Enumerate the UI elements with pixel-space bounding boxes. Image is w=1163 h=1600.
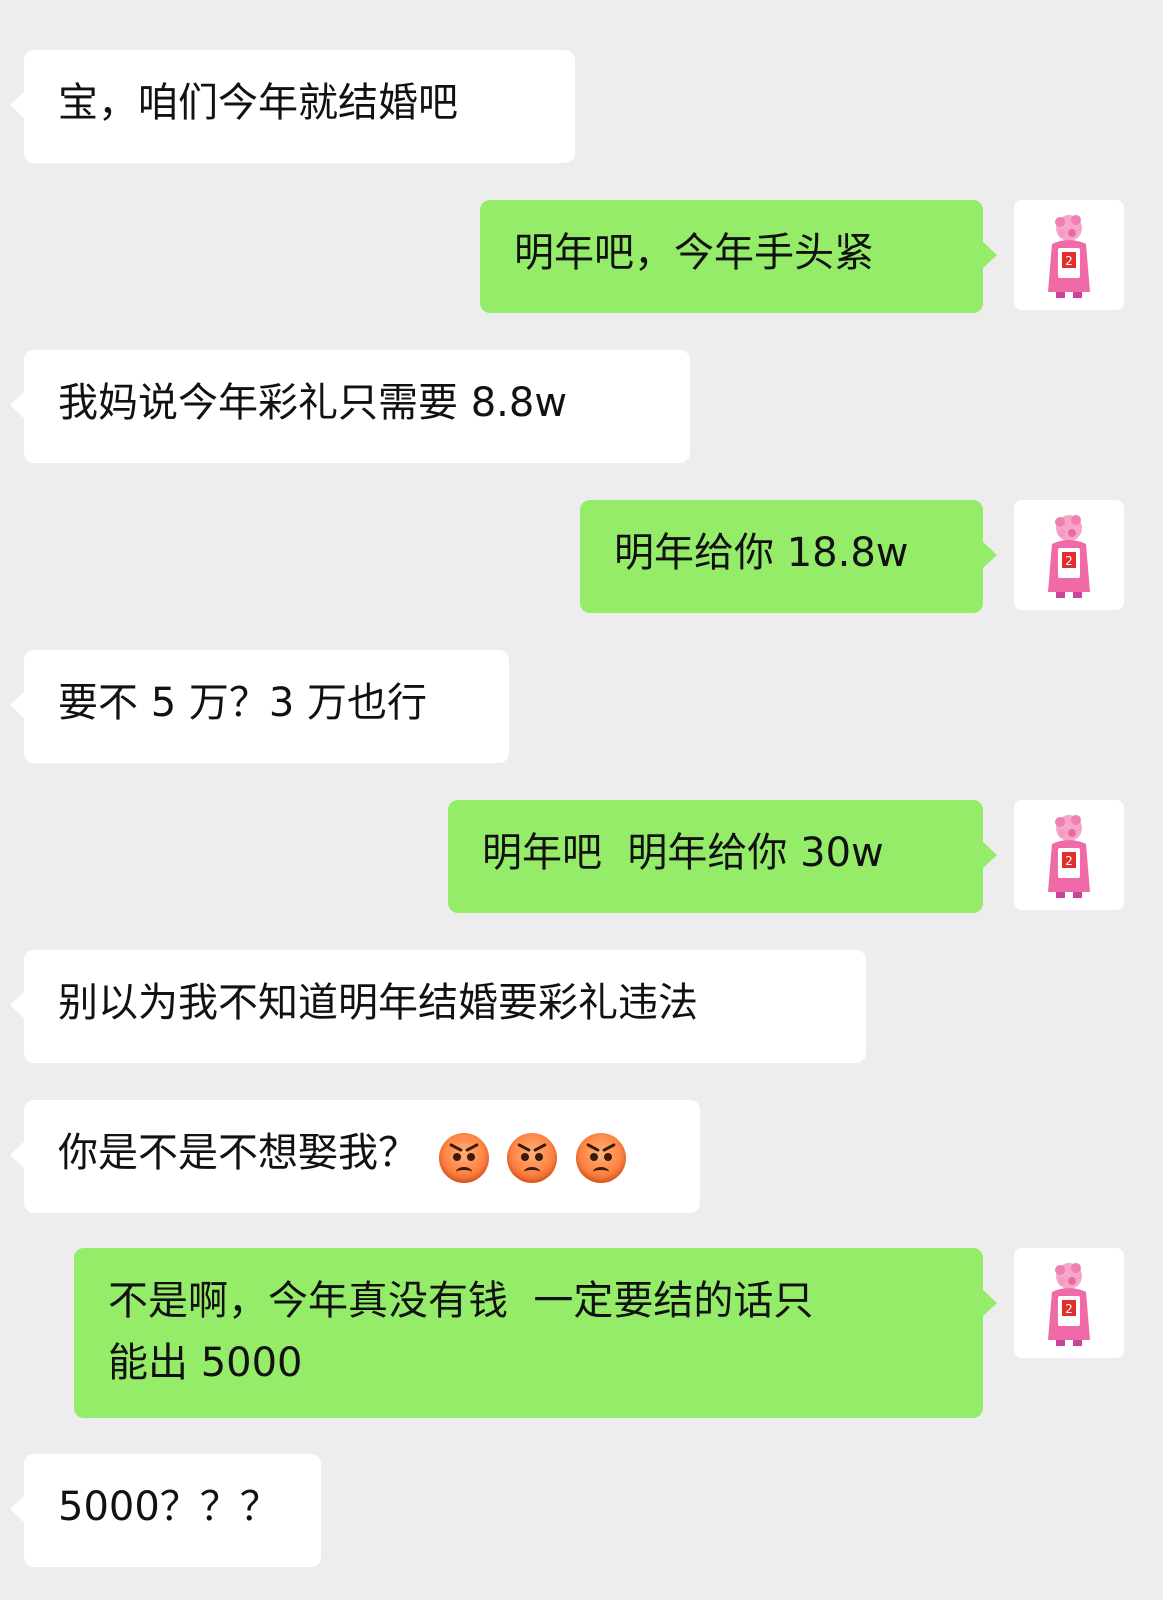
pink-hoodie-avatar-icon: 2 — [1014, 1248, 1124, 1358]
message-text: 明年吧 明年给你 30w — [482, 830, 884, 876]
message-bubble-incoming[interactable]: 5000？？？ — [10, 1454, 321, 1567]
message-text-line: 不是啊，今年真没有钱 一定要结的话只 — [108, 1278, 814, 1324]
pink-hoodie-avatar-icon: 2 — [1014, 500, 1124, 610]
pink-hoodie-avatar-icon: 2 — [1014, 200, 1124, 310]
message-text: 我妈说今年彩礼只需要 8.8w — [58, 380, 568, 426]
svg-text:2: 2 — [1065, 254, 1073, 268]
avatar[interactable]: 2 — [1014, 500, 1124, 610]
message-text: 明年吧，今年手头紧 — [514, 230, 874, 276]
angry-face-icon — [507, 1133, 558, 1183]
message-bubble-outgoing[interactable]: 明年给你 18.8w — [580, 500, 997, 613]
message-bubble-outgoing[interactable]: 明年吧 明年给你 30w — [448, 800, 997, 913]
angry-face-icon — [438, 1133, 489, 1183]
message-text: 要不 5 万？3 万也行 — [58, 680, 428, 726]
pink-hoodie-avatar-icon: 2 — [1014, 800, 1124, 910]
avatar[interactable]: 2 — [1014, 200, 1124, 310]
message-text-line: 能出 5000 — [108, 1340, 303, 1386]
message-text: 明年给你 18.8w — [614, 530, 909, 576]
message-bubble-outgoing[interactable]: 明年吧，今年手头紧 — [480, 200, 997, 313]
chat-area: 宝，咱们今年就结婚吧 明年吧，今年手头紧 2 我妈说今年彩礼只需要 8.8w 明… — [0, 0, 1163, 1600]
message-bubble-outgoing[interactable]: 不是啊，今年真没有钱 一定要结的话只 能出 5000 — [74, 1248, 997, 1418]
svg-text:2: 2 — [1065, 554, 1073, 568]
message-bubble-incoming[interactable]: 你是不是不想娶我？ — [10, 1100, 700, 1213]
message-text: 5000？？？ — [58, 1484, 280, 1530]
message-bubble-incoming[interactable]: 别以为我不知道明年结婚要彩礼违法 — [10, 950, 866, 1063]
avatar[interactable]: 2 — [1014, 1248, 1124, 1358]
svg-text:2: 2 — [1065, 1302, 1073, 1316]
svg-text:2: 2 — [1065, 854, 1073, 868]
message-bubble-incoming[interactable]: 宝，咱们今年就结婚吧 — [10, 50, 575, 163]
message-text: 你是不是不想娶我？ — [58, 1130, 418, 1176]
emoji-group — [438, 1125, 632, 1183]
message-text: 宝，咱们今年就结婚吧 — [58, 80, 458, 126]
message-bubble-incoming[interactable]: 我妈说今年彩礼只需要 8.8w — [10, 350, 690, 463]
avatar[interactable]: 2 — [1014, 800, 1124, 910]
angry-face-icon — [576, 1133, 627, 1183]
message-text: 别以为我不知道明年结婚要彩礼违法 — [58, 980, 698, 1026]
message-bubble-incoming[interactable]: 要不 5 万？3 万也行 — [10, 650, 509, 763]
